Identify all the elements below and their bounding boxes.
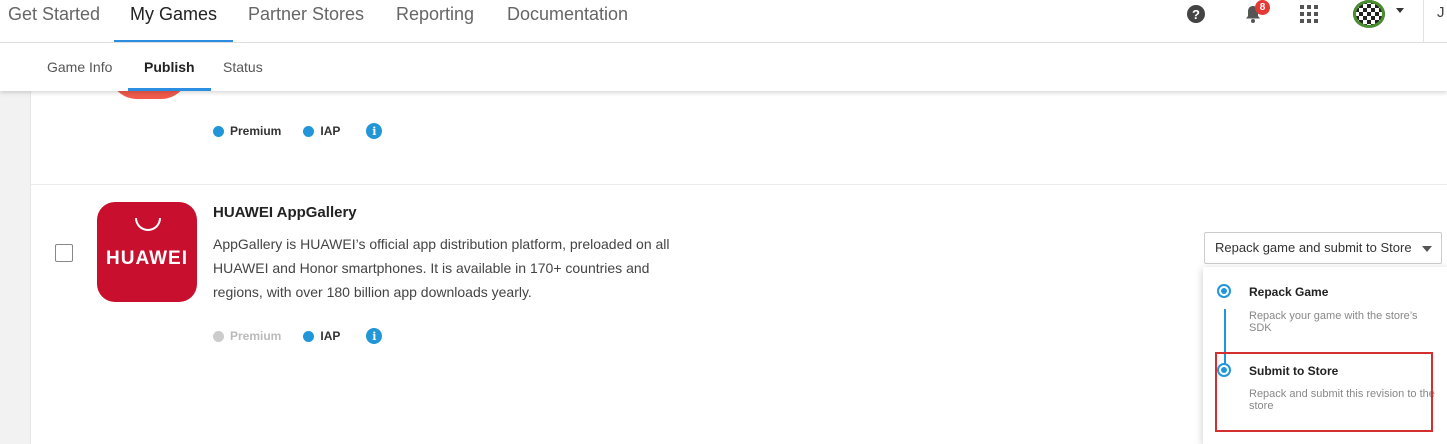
previous-store-tags: Premium IAP i xyxy=(213,123,383,139)
info-icon[interactable]: i xyxy=(366,123,383,139)
nav-tab-my-games[interactable]: My Games xyxy=(113,0,234,42)
nav-tab-documentation[interactable]: Documentation xyxy=(507,0,628,42)
store-tags: Premium IAP i xyxy=(213,328,383,344)
store-title: HUAWEI AppGallery xyxy=(213,204,357,221)
info-icon[interactable]: i xyxy=(366,328,383,344)
tab-game-info[interactable]: Game Info xyxy=(47,43,112,91)
premium-tag: Premium xyxy=(213,124,281,138)
tab-publish[interactable]: Publish xyxy=(128,43,210,91)
step-radio-icon xyxy=(1217,284,1231,298)
notification-badge: 8 xyxy=(1255,0,1270,15)
repack-dropdown: Repack Game Repack your game with the st… xyxy=(1203,267,1447,444)
user-initial[interactable]: J xyxy=(1437,4,1445,21)
top-nav: Get Started My Games Partner Stores Repo… xyxy=(0,0,1447,43)
dot-icon xyxy=(213,125,224,137)
dot-icon xyxy=(303,330,315,342)
chevron-down-icon[interactable] xyxy=(1396,8,1404,13)
step-radio-icon xyxy=(1217,363,1231,377)
premium-tag: Premium xyxy=(213,329,281,343)
store-checkbox[interactable] xyxy=(55,244,73,262)
dot-icon xyxy=(303,125,315,137)
huawei-logo: HUAWEI xyxy=(97,202,197,302)
nav-tab-reporting[interactable]: Reporting xyxy=(396,0,474,42)
sub-nav: Game Info Publish Status xyxy=(0,43,1447,91)
repack-select[interactable]: Repack game and submit to Store xyxy=(1204,232,1442,264)
iap-tag: IAP xyxy=(303,329,340,343)
nav-tab-get-started[interactable]: Get Started xyxy=(8,0,100,42)
dot-icon xyxy=(213,330,224,342)
chevron-down-icon xyxy=(1422,246,1432,252)
help-icon[interactable]: ? xyxy=(1185,0,1207,28)
nav-tab-partner-stores[interactable]: Partner Stores xyxy=(248,0,364,42)
store-description: AppGallery is HUAWEI’s official app dist… xyxy=(213,236,670,300)
iap-tag: IAP xyxy=(303,124,340,138)
store-list: Premium IAP i HUAWEI HUAWEI AppGallery A… xyxy=(30,71,1447,444)
avatar[interactable] xyxy=(1353,0,1385,28)
tab-status[interactable]: Status xyxy=(223,43,263,91)
apps-grid-icon[interactable] xyxy=(1298,0,1320,28)
